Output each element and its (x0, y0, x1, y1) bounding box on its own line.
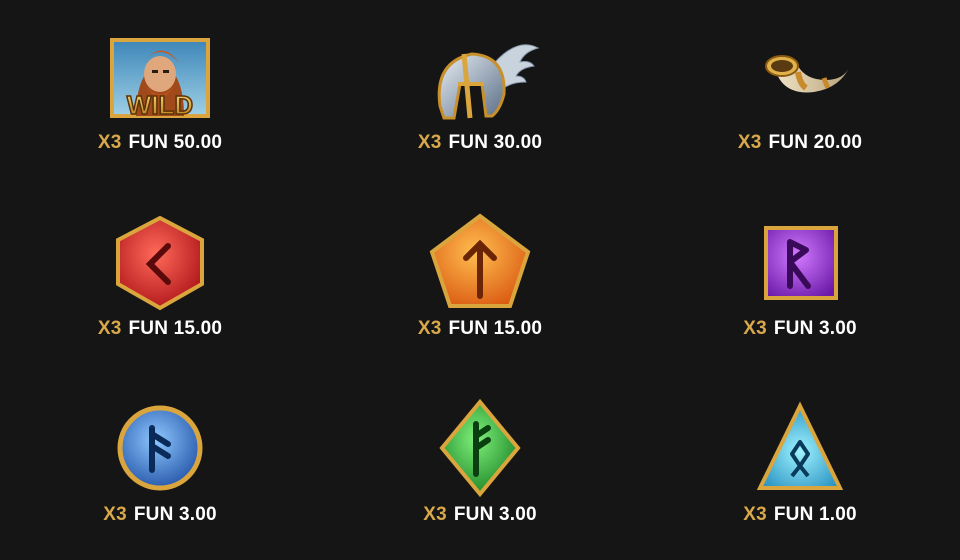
multiplier-label: X3 (417, 318, 442, 339)
payout-amount: FUN 30.00 (448, 132, 543, 153)
paytable-cell-red-rune: X3 FUN 15.00 (0, 186, 320, 372)
payout-line: X3 FUN 3.00 (640, 318, 960, 340)
payout-line: X3 FUN 15.00 (320, 318, 640, 340)
purple-square-rune-icon (740, 208, 860, 318)
payout-line: X3 FUN 1.00 (640, 504, 960, 526)
multiplier-label: X3 (423, 504, 447, 525)
green-diamond-rune-icon (420, 394, 540, 504)
payout-amount: FUN 3.00 (133, 504, 217, 525)
payout-line: X3 FUN 30.00 (320, 132, 640, 154)
multiplier-label: X3 (97, 132, 122, 153)
drinking-horn-icon (740, 22, 860, 132)
multiplier-label: X3 (737, 132, 762, 153)
orange-pentagon-rune-icon (420, 208, 540, 318)
paytable-cell-wild: WILD X3 FUN 50.00 (0, 0, 320, 186)
payout-amount: FUN 50.00 (128, 132, 223, 153)
paytable-cell-cyan-rune: X3 FUN 1.00 (640, 372, 960, 558)
cyan-triangle-rune-icon (740, 394, 860, 504)
payout-amount: FUN 1.00 (773, 504, 857, 525)
payout-amount: FUN 3.00 (453, 504, 537, 525)
payout-line: X3 FUN 3.00 (320, 504, 640, 526)
paytable-cell-helmet: X3 FUN 30.00 (320, 0, 640, 186)
winged-helmet-icon (420, 22, 540, 132)
multiplier-label: X3 (97, 318, 122, 339)
paytable-grid: WILD X3 FUN 50.00 X3 FUN 30.00 X3 FUN 20… (0, 0, 960, 560)
payout-amount: FUN 3.00 (773, 318, 857, 339)
paytable-cell-orange-rune: X3 FUN 15.00 (320, 186, 640, 372)
payout-line: X3 FUN 3.00 (0, 504, 320, 526)
payout-amount: FUN 20.00 (768, 132, 863, 153)
payout-amount: FUN 15.00 (448, 318, 543, 339)
svg-text:WILD: WILD (127, 90, 193, 120)
multiplier-label: X3 (417, 132, 442, 153)
paytable-cell-horn: X3 FUN 20.00 (640, 0, 960, 186)
payout-line: X3 FUN 20.00 (640, 132, 960, 154)
blue-circle-rune-icon (100, 394, 220, 504)
payout-amount: FUN 15.00 (128, 318, 223, 339)
wild-viking-icon: WILD (100, 22, 220, 132)
red-hexagon-rune-icon (100, 208, 220, 318)
multiplier-label: X3 (103, 504, 127, 525)
multiplier-label: X3 (743, 318, 767, 339)
paytable-cell-green-rune: X3 FUN 3.00 (320, 372, 640, 558)
multiplier-label: X3 (743, 504, 767, 525)
payout-line: X3 FUN 50.00 (0, 132, 320, 154)
paytable-cell-blue-rune: X3 FUN 3.00 (0, 372, 320, 558)
paytable-cell-purple-rune: X3 FUN 3.00 (640, 186, 960, 372)
payout-line: X3 FUN 15.00 (0, 318, 320, 340)
